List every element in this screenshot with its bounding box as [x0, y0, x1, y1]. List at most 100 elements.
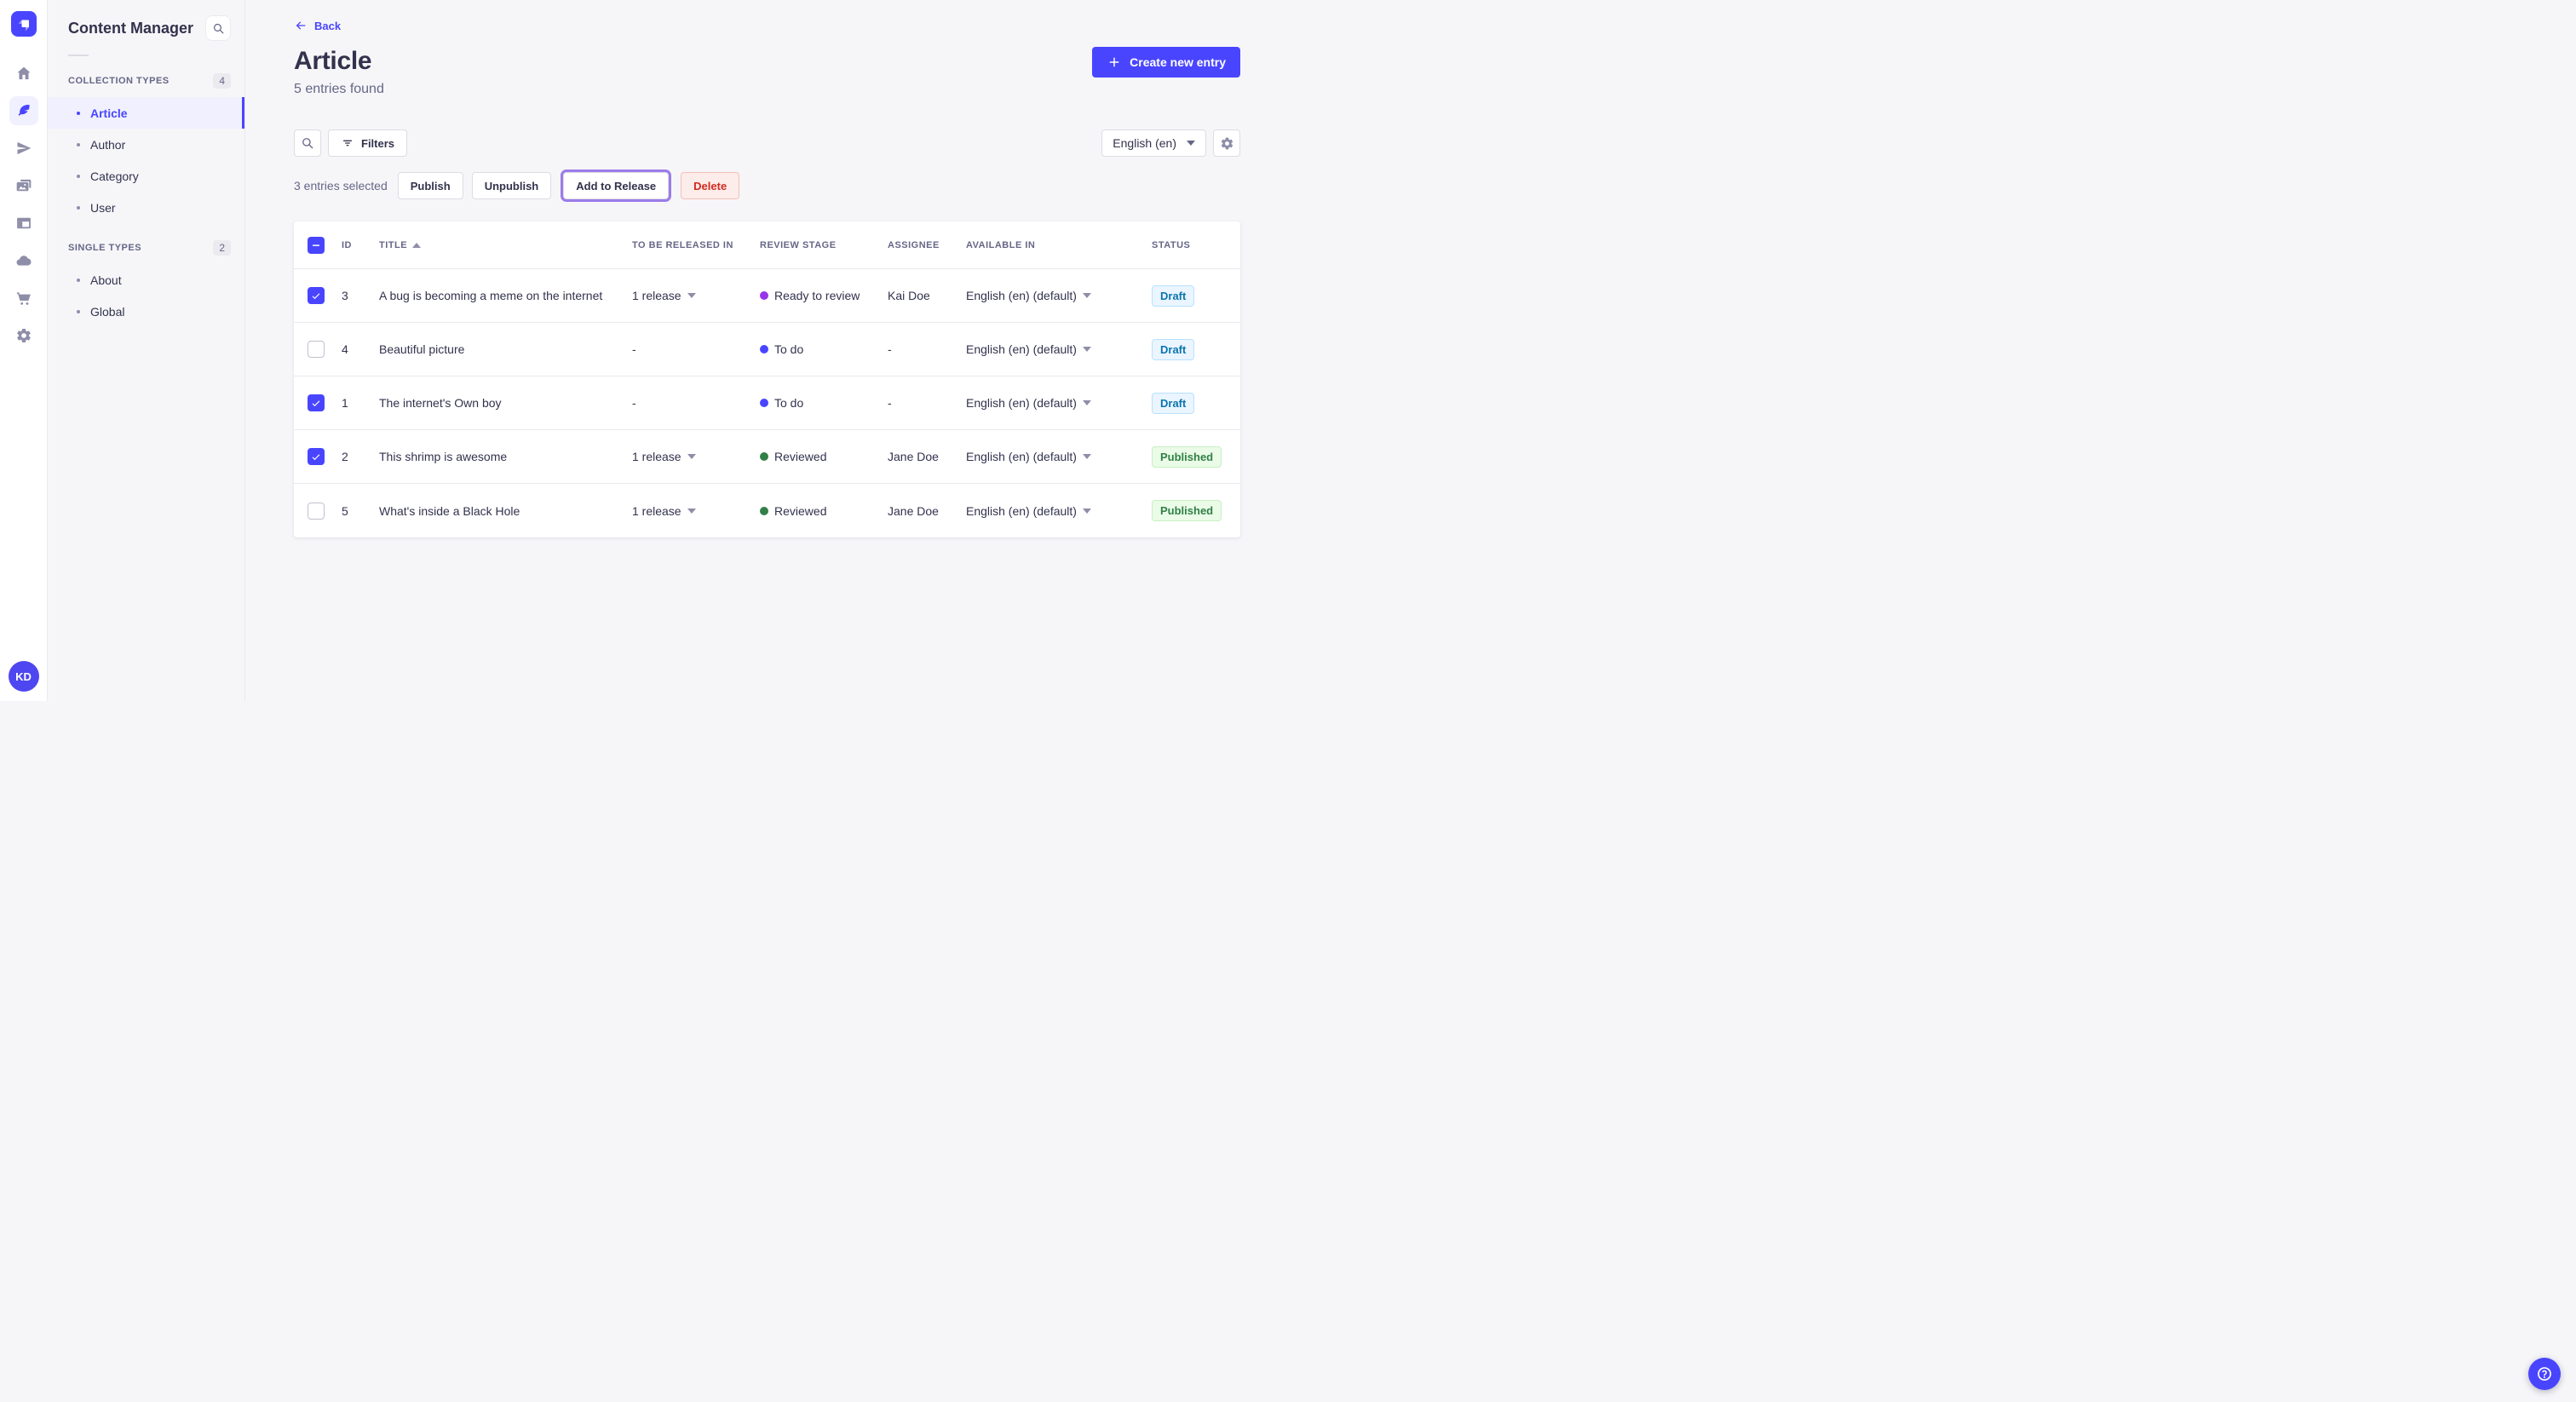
view-settings-button[interactable] [1213, 129, 1240, 157]
cell-release-dropdown[interactable]: 1 release [632, 450, 760, 463]
main-content: Back Article Create new entry 5 entries … [245, 0, 1288, 701]
home-icon[interactable] [9, 59, 38, 88]
table-row[interactable]: 1 The internet's Own boy - To do - Engli… [294, 376, 1240, 430]
sidebar-item-user[interactable]: User [48, 192, 244, 223]
sidebar-item-category[interactable]: Category [48, 160, 244, 192]
selected-count-text: 3 entries selected [294, 179, 388, 192]
cell-locale-dropdown[interactable]: English (en) (default) [966, 504, 1152, 518]
column-header-title[interactable]: TITLE [379, 240, 632, 250]
row-checkbox[interactable] [308, 394, 325, 411]
sidebar-item-label: Global [90, 304, 125, 319]
back-label: Back [314, 19, 342, 32]
cell-id: 3 [342, 289, 348, 302]
sidebar-item-author[interactable]: Author [48, 129, 244, 160]
media-images-icon[interactable] [9, 171, 38, 200]
table-row[interactable]: 5 What's inside a Black Hole 1 release R… [294, 484, 1240, 537]
help-button[interactable] [2528, 1358, 2561, 1390]
section-label: COLLECTION TYPES [68, 76, 170, 86]
bullet-icon [77, 278, 80, 282]
sidebar-item-article[interactable]: Article [48, 97, 244, 129]
cell-locale-dropdown[interactable]: English (en) (default) [966, 342, 1152, 356]
rail-nav [9, 59, 38, 350]
layout-builder-icon[interactable] [9, 209, 38, 238]
row-checkbox[interactable] [308, 448, 325, 465]
select-all-checkbox[interactable] [308, 236, 325, 254]
cell-assignee: - [888, 342, 892, 356]
row-checkbox[interactable] [308, 502, 325, 520]
back-link[interactable]: Back [294, 19, 341, 32]
app-window: KD Content Manager COLLECTION TYPES 4 Ar… [0, 0, 1288, 701]
status-badge: Draft [1152, 338, 1195, 360]
cell-title: A bug is becoming a meme on the internet [379, 289, 603, 302]
avatar[interactable]: KD [8, 661, 39, 692]
cell-review-stage: To do [760, 342, 888, 356]
cell-assignee: Jane Doe [888, 450, 939, 463]
question-mark-icon [2536, 1365, 2553, 1382]
column-header-status: STATUS [1152, 239, 1191, 250]
delete-button[interactable]: Delete [681, 172, 740, 199]
sidebar-item-label: Author [90, 137, 126, 152]
table-row[interactable]: 2 This shrimp is awesome 1 release Revie… [294, 430, 1240, 484]
row-checkbox[interactable] [308, 287, 325, 304]
table-row[interactable]: 3 A bug is becoming a meme on the intern… [294, 269, 1240, 323]
sidebar-section: SINGLE TYPES 2 About Global [48, 237, 244, 327]
cloud-icon[interactable] [9, 246, 38, 275]
divider [68, 55, 89, 56]
sidebar-item-label: Category [90, 169, 139, 183]
chevron-down-icon [1082, 508, 1091, 514]
add-to-release-button[interactable]: Add to Release [563, 172, 670, 199]
cell-release-dropdown[interactable]: 1 release [632, 289, 760, 302]
stage-dot-icon [760, 399, 768, 407]
paper-plane-icon[interactable] [9, 134, 38, 163]
status-badge: Published [1152, 445, 1222, 468]
status-badge: Draft [1152, 284, 1195, 307]
cell-review-stage: Reviewed [760, 450, 888, 463]
chevron-down-icon [687, 508, 696, 514]
publish-button[interactable]: Publish [397, 172, 463, 199]
section-count-badge: 4 [213, 73, 231, 89]
cell-release-dropdown[interactable]: 1 release [632, 504, 760, 518]
cell-assignee: Jane Doe [888, 503, 939, 518]
cell-title: The internet's Own boy [379, 396, 502, 410]
sidebar-item-global[interactable]: Global [48, 296, 244, 327]
sidebar-section: COLLECTION TYPES 4 Article Author Catego… [48, 70, 244, 223]
cell-locale-dropdown[interactable]: English (en) (default) [966, 289, 1152, 302]
cell-locale-dropdown[interactable]: English (en) (default) [966, 450, 1152, 463]
gear-settings-icon[interactable] [9, 321, 38, 350]
stage-dot-icon [760, 345, 768, 353]
sidebar-search-button[interactable] [205, 15, 231, 41]
chevron-down-icon [1082, 293, 1091, 298]
bullet-icon [77, 111, 80, 115]
cart-marketplace-icon[interactable] [9, 284, 38, 313]
row-checkbox[interactable] [308, 341, 325, 358]
column-header-id: ID [342, 239, 352, 250]
content-manager-sidebar: Content Manager COLLECTION TYPES 4 Artic… [48, 0, 245, 701]
strapi-logo-icon[interactable] [10, 11, 37, 37]
table-body: 3 A bug is becoming a meme on the intern… [294, 269, 1240, 537]
filters-button[interactable]: Filters [328, 129, 408, 157]
arrow-left-icon [294, 19, 308, 32]
chevron-down-icon [1082, 347, 1091, 352]
cell-release-dropdown[interactable]: - [632, 396, 760, 410]
create-new-entry-button[interactable]: Create new entry [1092, 47, 1240, 78]
filter-icon [341, 136, 354, 150]
sidebar-title: Content Manager [68, 19, 194, 37]
locale-value: English (en) [1113, 136, 1176, 150]
table-row[interactable]: 4 Beautiful picture - To do - English (e… [294, 323, 1240, 376]
unpublish-button[interactable]: Unpublish [471, 172, 552, 199]
feather-content-icon[interactable] [9, 96, 38, 125]
bullet-icon [77, 174, 80, 178]
entries-table: ID TITLE TO BE RELEASED IN REVIEW STAGE … [294, 221, 1240, 537]
create-new-entry-label: Create new entry [1130, 55, 1226, 69]
cell-release-dropdown[interactable]: - [632, 342, 760, 356]
cell-review-stage: Reviewed [760, 504, 888, 518]
search-icon [300, 135, 315, 151]
cell-locale-dropdown[interactable]: English (en) (default) [966, 396, 1152, 410]
icon-rail: KD [0, 0, 48, 701]
chevron-down-icon [687, 454, 696, 459]
bullet-icon [77, 142, 80, 147]
table-search-button[interactable] [294, 129, 321, 157]
locale-select[interactable]: English (en) [1101, 129, 1206, 157]
cell-assignee: - [888, 396, 892, 410]
sidebar-item-about[interactable]: About [48, 264, 244, 296]
